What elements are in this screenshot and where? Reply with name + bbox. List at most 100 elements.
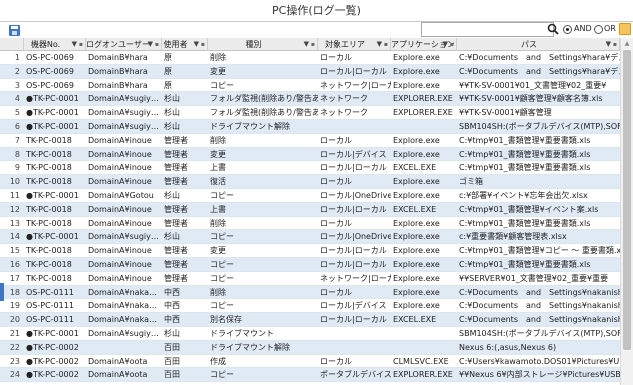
table-row[interactable]: 20 OS-PC-0111 DomainA¥naka… 中西 別名保存 ローカル|ローカル… <box>0 313 620 327</box>
window-title: PC操作(ログ一覧) <box>0 0 633 22</box>
filter-icon[interactable]: ▼ <box>304 38 309 51</box>
path-cell: C:¥tmp¥01_書類管理¥重要書類.xls <box>459 260 591 269</box>
table-row[interactable]: 23 ●TK-PC-0002 DomainA¥oota 百田 作成 ローカル CLMLSVC… <box>0 355 620 369</box>
pin-icon[interactable]: ▪ <box>613 38 617 51</box>
application-cell: Explore.exe <box>393 149 440 159</box>
vertical-scrollbar[interactable]: ▲ <box>620 38 633 385</box>
and-radio[interactable] <box>563 25 572 34</box>
filter-icon[interactable]: ▼ <box>606 38 611 51</box>
logon-user-cell: DomainA¥inoue <box>88 149 152 159</box>
logon-user-cell: DomainA¥sugiy… <box>88 329 159 338</box>
device-no-cell: ●TK-PC-0002 <box>26 342 79 352</box>
path-cell: Nexus 6:(,asus,Nexus 6) <box>459 342 557 352</box>
table-row[interactable]: 7 TK-PC-0018 DomainA¥inoue 管理者 削除 ローカル Explore… <box>0 134 620 148</box>
table-row[interactable]: 3 OS-PC-0069 DomainB¥hara 原 コピー ネットワーク|ローカルEx… <box>0 79 620 93</box>
table-row[interactable]: 16 TK-PC-0018 DomainA¥inoue 管理者 コピー ローカル|ローカル… <box>0 258 620 272</box>
table-row[interactable]: 15 TK-PC-0018 DomainA¥inoue 管理者 変更 ローカル|ローカル E… <box>0 244 620 258</box>
header-path[interactable]: パス ▼ ▪ <box>457 38 620 51</box>
table-row[interactable]: 22 ●TK-PC-0002 百田 ドライブマウント解除 Nexus 6:(,asus,… <box>0 340 620 355</box>
pin-icon[interactable]: ▪ <box>311 38 315 51</box>
logon-user-cell: DomainA¥inoue <box>88 260 152 269</box>
scroll-up-icon[interactable]: ▲ <box>621 38 633 50</box>
or-radio-label: OR <box>604 24 616 33</box>
table-row[interactable]: 24 ●TK-PC-0002 DomainA¥oota 百田 コピー ポータブルデバイス(… <box>0 368 620 383</box>
table-row[interactable]: 14 ●TK-PC-0001 DomainA¥sugiy… 杉山 コピー ローカル|One… <box>0 230 620 245</box>
path-cell: SBM104SH:(ポータブルデバイス(MTP),SOFT… <box>459 122 620 131</box>
table-row[interactable]: 12 TK-PC-0018 DomainA¥inoue 管理者 上書 ローカル|ローカル E… <box>0 202 620 217</box>
type-cell: 作成 <box>210 356 226 366</box>
header-logon-user[interactable]: ログオンユーザー ▼ ▪ <box>86 38 162 51</box>
row-index: 10 <box>9 177 20 187</box>
filter-icon[interactable]: ▼ <box>377 38 382 51</box>
table-row[interactable]: 18 OS-PC-0111 DomainA¥naka… 中西 削除 ローカル Explore… <box>0 285 620 300</box>
or-radio[interactable] <box>594 25 603 34</box>
path-cell: ¥¥TK-SV-0001¥01_文書管理¥02_重要¥ <box>459 80 607 90</box>
table-row[interactable]: 9 TK-PC-0018 DomainA¥inoue 管理者 上書 ローカル|ローカル EX… <box>0 161 620 176</box>
path-cell: C:¥tmp¥01_書類管理¥重要書類.xls <box>459 135 591 145</box>
row-index: 20 <box>9 315 20 325</box>
search-input[interactable] <box>421 22 554 37</box>
filter-toggle-icon[interactable] <box>619 23 631 35</box>
pin-icon[interactable]: ▪ <box>384 38 388 51</box>
application-cell: EXCEL.EXE <box>393 204 437 214</box>
filter-icon[interactable]: ▼ <box>72 38 77 51</box>
pin-icon[interactable]: ▪ <box>155 38 159 51</box>
target-area-cell: ローカル|ローカル <box>320 163 387 173</box>
row-index: 24 <box>9 370 20 380</box>
path-cell: C:¥tmp¥01_書類管理¥重要書類.xls <box>459 218 591 228</box>
header-type[interactable]: 種別 ▼ ▪ <box>208 38 318 51</box>
filter-icon[interactable]: ▼ <box>148 38 153 51</box>
target-area-cell: ローカル|デバイス <box>320 149 387 159</box>
row-index: 1 <box>14 53 20 62</box>
user-cell: 中西 <box>164 287 180 297</box>
table-row[interactable]: 11 ●TK-PC-0001 DomainA¥Gotou 杉山 コピー ローカル|OneD… <box>0 189 620 203</box>
side-panel-tab[interactable] <box>0 283 4 301</box>
table-row[interactable]: 19 OS-PC-0111 DomainA¥naka… 中西 コピー ローカル|デバイス E… <box>0 299 620 314</box>
row-index: 14 <box>9 232 20 242</box>
filter-icon[interactable]: ▼ <box>194 38 199 51</box>
user-cell: 百田 <box>164 356 180 366</box>
target-area-cell <box>318 327 391 341</box>
device-no-cell: ●TK-PC-0002 <box>26 370 79 380</box>
logon-user-cell: DomainA¥inoue <box>88 177 152 187</box>
row-index: 5 <box>14 108 20 118</box>
header-application[interactable]: アプリケーション ▼ ▪ <box>391 38 457 51</box>
logon-user-cell: DomainA¥inoue <box>88 204 152 214</box>
pin-icon[interactable]: ▪ <box>79 38 83 51</box>
table-row[interactable]: 17 TK-PC-0018 DomainA¥inoue 管理者 コピー ネットワーク|ロー… <box>0 272 620 286</box>
type-cell: 変更 <box>210 246 226 256</box>
logon-user-cell: DomainA¥sugiy… <box>88 94 159 104</box>
header-device-no[interactable]: 機器No. ▼ ▪ <box>24 38 86 51</box>
row-index: 9 <box>14 163 20 173</box>
table-row[interactable]: 13 TK-PC-0018 DomainA¥inoue 管理者 削除 ローカル Explor… <box>0 217 620 231</box>
user-cell: 杉山 <box>164 94 180 104</box>
pin-icon[interactable]: ▪ <box>450 38 454 51</box>
header-target-area[interactable]: 対象エリア ▼ ▪ <box>318 38 391 51</box>
scrollbar-thumb[interactable] <box>623 50 631 350</box>
device-no-cell: TK-PC-0018 <box>26 163 72 173</box>
path-cell: ¥¥SERVER¥01_文書管理¥02_重要¥重要 <box>459 273 609 283</box>
application-cell: Explore.exe <box>393 301 440 311</box>
table-row[interactable]: 4 ●TK-PC-0001 DomainA¥sugiy… 杉山 フォルダ監視(削除あり/… <box>0 92 620 107</box>
target-area-cell: ローカル|ローカル <box>320 260 387 269</box>
filter-icon[interactable]: ▼ <box>443 38 448 51</box>
table-row[interactable]: 1 OS-PC-0069 DomainB¥hara 原 削除 ローカル Explore.ex… <box>0 51 620 65</box>
device-no-cell: OS-PC-0111 <box>26 301 74 311</box>
logon-user-cell: DomainA¥naka… <box>88 301 157 311</box>
table-row[interactable]: 6 ●TK-PC-0001 DomainA¥sugiy… 杉山 ドライブマウント解除 SB… <box>0 120 620 134</box>
table-row[interactable]: 21 ●TK-PC-0001 DomainA¥sugiy… 杉山 ドライブマウント SBM… <box>0 327 620 341</box>
row-index: 23 <box>9 356 20 366</box>
search-icon[interactable] <box>547 23 559 35</box>
header-user[interactable]: 使用者 ▼ ▪ <box>162 38 208 51</box>
table-row[interactable]: 2 OS-PC-0069 DomainB¥hara 原 変更 ローカル|ローカル Explo… <box>0 64 620 79</box>
table-row[interactable]: 5 ●TK-PC-0001 DomainA¥sugiy… 杉山 フォルダ監視(削除あり/… <box>0 106 620 120</box>
table-row[interactable]: 10 TK-PC-0018 DomainA¥inoue 管理者 復活 ローカル Explor… <box>0 175 620 189</box>
table-row[interactable]: 8 TK-PC-0018 DomainA¥inoue 管理者 変更 ローカル|デバイス Ex… <box>0 147 620 162</box>
application-cell: Explore.exe <box>393 135 440 145</box>
pin-icon[interactable]: ▪ <box>201 38 205 51</box>
application-cell: Explore.exe <box>393 287 440 297</box>
save-icon[interactable] <box>9 25 20 36</box>
target-area-cell: ネットワーク|ローカル <box>320 273 391 283</box>
logon-user-cell: DomainA¥sugiy… <box>88 232 159 242</box>
application-cell: Explore.exe <box>393 191 440 200</box>
